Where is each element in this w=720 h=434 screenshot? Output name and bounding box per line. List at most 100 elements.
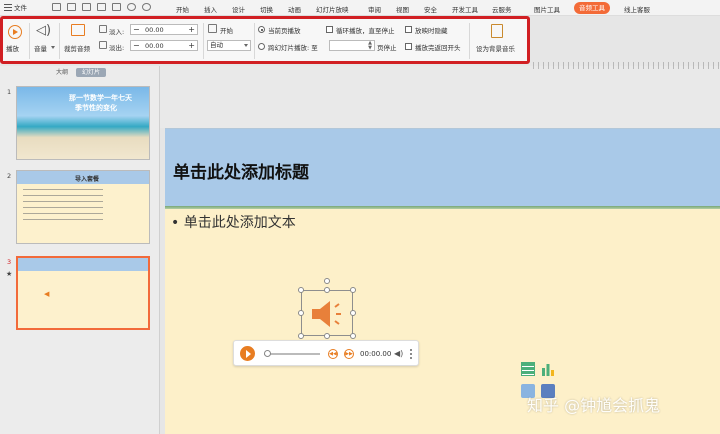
thumbnail-title: 那一节数学一年七天 <box>69 94 132 102</box>
volume-button[interactable]: ◁) 音量 <box>31 19 57 61</box>
menu-view[interactable]: 视图 <box>396 4 409 14</box>
menu-security[interactable]: 安全 <box>424 4 437 14</box>
page-stop-label: 页停止 <box>377 44 397 52</box>
tab-outline[interactable]: 大纲 <box>50 68 74 77</box>
separator <box>469 23 470 59</box>
resize-handle[interactable] <box>298 333 304 339</box>
progress-knob[interactable] <box>264 350 271 357</box>
table-icon[interactable] <box>521 362 535 376</box>
play-pause-button[interactable] <box>240 346 255 361</box>
progress-track[interactable] <box>264 353 320 355</box>
undo-icon[interactable] <box>127 3 136 11</box>
stop-page-spinner[interactable]: ▲ ▼ <box>329 40 375 51</box>
start-select[interactable]: 自动 <box>207 40 251 51</box>
chart-icon[interactable] <box>541 362 555 376</box>
menu-transition[interactable]: 切换 <box>260 4 273 14</box>
plus-icon[interactable]: + <box>188 25 195 34</box>
minus-icon[interactable]: − <box>133 25 140 34</box>
player-time: 00:00.00 <box>360 350 392 358</box>
current-page-label: 当前页播放 <box>268 27 301 35</box>
thumbnail-text-lines <box>23 189 103 223</box>
current-page-radio[interactable] <box>258 26 265 33</box>
workspace-background <box>160 66 720 128</box>
thumbnail-title: 导入套餐 <box>75 176 100 183</box>
separator <box>59 23 60 59</box>
slide-title-placeholder[interactable]: 单击此处添加标题 <box>173 158 309 183</box>
slide-thumbnail-1[interactable]: 那一节数学一年七天 季节性的变化 <box>16 86 150 160</box>
set-background-music-button[interactable]: 设为背景音乐 <box>473 19 523 61</box>
slide-number: 1 <box>7 88 12 96</box>
play-button[interactable]: 播放 <box>3 19 27 61</box>
slide-thumbnail-2[interactable]: 导入套餐 <box>16 170 150 244</box>
start-label: 开始 <box>220 27 233 35</box>
fade-out-value: 00.00 <box>145 42 164 50</box>
start-select-value: 自动 <box>210 41 223 49</box>
speaker-icon: ◁) <box>36 23 52 38</box>
fade-in-label: 淡入: <box>109 28 125 36</box>
volume-icon[interactable]: ◀) <box>394 349 403 358</box>
thumbnail-header-band <box>18 258 148 271</box>
trim-audio-button[interactable]: 裁剪音频 <box>61 19 95 61</box>
play-icon <box>8 25 22 39</box>
slide-body-placeholder[interactable]: • 单击此处添加文本 <box>171 212 296 232</box>
resize-handle[interactable] <box>350 287 356 293</box>
more-options-icon[interactable] <box>408 348 414 360</box>
menu-cloud[interactable]: 云服务 <box>492 4 512 14</box>
skip-forward-icon[interactable]: ▶▶ <box>344 349 354 359</box>
volume-label: 音量 <box>34 45 47 53</box>
menu-design[interactable]: 设计 <box>232 4 245 14</box>
resize-handle[interactable] <box>350 333 356 339</box>
new-icon[interactable] <box>52 3 61 11</box>
slide-thumbnail-3[interactable]: ◀ <box>16 256 150 330</box>
tab-slides[interactable]: 幻灯片 <box>76 68 107 77</box>
file-menu-label: 文件 <box>14 4 27 12</box>
menu-home[interactable]: 开始 <box>176 4 189 14</box>
hide-checkbox[interactable] <box>405 26 412 33</box>
fade-in-icon <box>99 25 107 33</box>
fade-in-stepper[interactable]: − 00.00 + <box>130 24 198 35</box>
resize-handle[interactable] <box>298 287 304 293</box>
redo-icon[interactable] <box>142 3 151 11</box>
fade-out-icon <box>99 41 107 49</box>
background-music-label: 设为背景音乐 <box>476 45 515 53</box>
loop-label: 循环播放，直至停止 <box>336 27 395 35</box>
menu-insert[interactable]: 插入 <box>204 4 217 14</box>
file-menu[interactable]: 文件 <box>4 2 27 12</box>
menu-review[interactable]: 审阅 <box>368 4 381 14</box>
speaker-icon <box>312 301 341 327</box>
slide-canvas[interactable]: 单击此处添加标题 • 单击此处添加文本 ◀◀ ▶▶ 00:00.00 ◀) <box>165 128 720 434</box>
preview-icon[interactable] <box>112 3 121 11</box>
slide-number: 2 <box>7 172 12 180</box>
loop-checkbox[interactable] <box>326 26 333 33</box>
animation-star-icon: ★ <box>6 270 13 278</box>
play-label: 播放 <box>6 45 19 53</box>
resize-handle[interactable] <box>298 310 304 316</box>
tab-audio-tools[interactable]: 音频工具 <box>574 2 610 14</box>
slide-number: 3 <box>7 258 12 266</box>
fade-out-stepper[interactable]: − 00.00 + <box>130 40 198 51</box>
audio-object[interactable] <box>298 278 356 339</box>
trim-audio-label: 裁剪音频 <box>64 45 90 53</box>
save-icon[interactable] <box>82 3 91 11</box>
menu-bar: 文件 开始 插入 设计 切换 动画 幻灯片放映 审阅 视图 安全 开发工具 云服… <box>0 0 720 16</box>
chevron-down-icon <box>244 44 248 47</box>
rewind-checkbox[interactable] <box>405 43 412 50</box>
menu-animation[interactable]: 动画 <box>288 4 301 14</box>
cross-slide-radio[interactable] <box>258 43 265 50</box>
separator <box>203 23 204 59</box>
skip-back-icon[interactable]: ◀◀ <box>328 349 338 359</box>
thumbnail-subtitle: 季节性的变化 <box>75 104 117 112</box>
minus-icon[interactable]: − <box>133 41 140 50</box>
resize-handle[interactable] <box>324 333 330 339</box>
separator <box>254 23 255 59</box>
resize-handle[interactable] <box>324 287 330 293</box>
menu-devtools[interactable]: 开发工具 <box>452 4 478 14</box>
print-icon[interactable] <box>97 3 106 11</box>
menu-picture-tools[interactable]: 图片工具 <box>534 4 560 14</box>
open-icon[interactable] <box>67 3 76 11</box>
menu-slideshow[interactable]: 幻灯片放映 <box>316 4 349 14</box>
menu-online-service[interactable]: 线上客服 <box>624 4 650 14</box>
rotate-handle[interactable] <box>324 278 330 284</box>
plus-icon[interactable]: + <box>188 41 195 50</box>
resize-handle[interactable] <box>350 310 356 316</box>
